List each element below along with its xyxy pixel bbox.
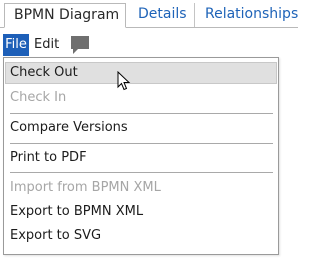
menu-item-print-to-pdf[interactable]: Print to PDF <box>5 147 277 169</box>
menu-edit[interactable]: Edit <box>34 34 59 56</box>
tab-relationships[interactable]: Relationships <box>196 3 300 27</box>
menu-separator <box>10 143 273 144</box>
menu-item-check-in: Check In <box>10 90 67 105</box>
speech-bubble-icon[interactable] <box>70 34 90 56</box>
menubar: File Edit <box>0 32 298 56</box>
tab-bar: BPMN Diagram Details Relationships <box>0 0 298 29</box>
menu-separator <box>10 113 273 114</box>
menu-separator <box>10 172 273 173</box>
menu-file[interactable]: File <box>3 34 29 56</box>
menu-item-export-svg[interactable]: Export to SVG <box>5 225 277 247</box>
menu-item-import-bpmn-xml: Import from BPMN XML <box>10 180 161 195</box>
mouse-cursor-icon <box>117 70 131 91</box>
tab-details[interactable]: Details <box>129 3 195 27</box>
menu-item-compare-versions[interactable]: Compare Versions <box>5 117 277 139</box>
menu-item-check-out[interactable]: Check Out <box>5 62 277 84</box>
file-menu-dropdown: Check Out Check In Compare Versions Prin… <box>3 57 279 255</box>
tab-bpmn-diagram[interactable]: BPMN Diagram <box>4 3 126 28</box>
menu-item-export-bpmn-xml[interactable]: Export to BPMN XML <box>5 201 277 223</box>
